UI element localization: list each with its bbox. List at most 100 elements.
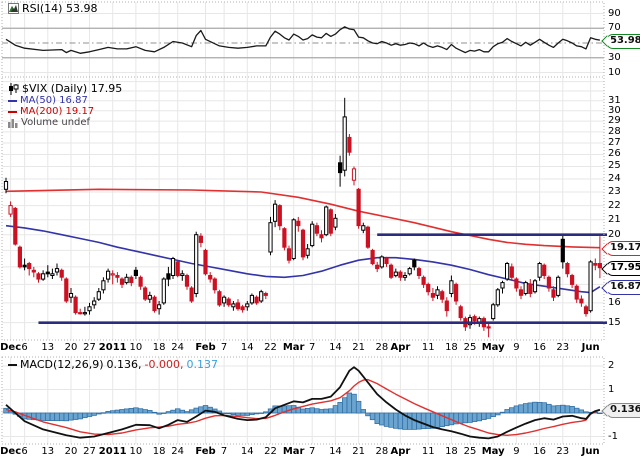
macd-histogram-bar	[496, 413, 501, 415]
macd-histogram-bar	[398, 413, 403, 429]
candle	[357, 188, 360, 229]
candle	[97, 288, 100, 301]
macd-histogram-bar	[138, 409, 143, 413]
candle	[571, 274, 574, 288]
macd-histogram-bar	[486, 413, 491, 418]
macd-histogram-bar	[59, 413, 64, 421]
candlestick-icon	[8, 83, 19, 95]
price-ytick: 30	[608, 105, 621, 116]
macd-histogram-bar	[528, 403, 533, 413]
macd-histogram-bar	[598, 413, 603, 414]
macd-histogram-bar	[301, 409, 306, 413]
macd-histogram-bar	[106, 411, 111, 413]
macd-histogram-bar	[78, 413, 83, 419]
macd-histogram-bar	[41, 413, 46, 421]
macd-histogram-bar	[92, 413, 97, 415]
ma50-swatch	[8, 100, 17, 102]
candle	[74, 295, 77, 314]
candle	[584, 305, 587, 317]
candle	[343, 98, 346, 177]
macd-histogram-bar	[375, 413, 380, 424]
date-tick-label: Jun	[574, 446, 608, 457]
rsi-line	[6, 27, 600, 54]
macd-ytick: 1	[608, 384, 614, 395]
candle	[325, 206, 328, 237]
candle	[445, 297, 448, 316]
candle	[195, 232, 198, 298]
candle	[496, 288, 499, 307]
candle	[162, 277, 165, 305]
macd-histogram-bar	[50, 413, 55, 421]
macd-histogram-bar	[584, 412, 589, 413]
macd-histogram-bar	[370, 413, 375, 420]
price-value-tag: 17.95	[606, 261, 640, 276]
candle	[352, 167, 355, 186]
macd-histogram-bar	[324, 409, 329, 413]
macd-histogram-bar	[491, 413, 496, 417]
macd-histogram-bar	[537, 402, 542, 413]
macd-histogram-bar	[83, 413, 88, 418]
candle	[167, 267, 170, 286]
macd-histogram-bar	[542, 403, 547, 413]
macd-histogram-bar	[505, 410, 510, 414]
candle	[148, 292, 151, 303]
price-ytick: 29	[608, 115, 621, 126]
macd-histogram-bar	[514, 406, 519, 413]
price-ytick: 27	[608, 137, 621, 148]
macd-histogram-bar	[533, 402, 538, 413]
candle	[366, 226, 369, 249]
candle	[55, 264, 58, 276]
stockchart-image: RSI(14) 53.98 $VIX (Daily) 17.95 MA(50) …	[0, 0, 640, 466]
macd-histogram-bar	[315, 409, 320, 413]
candle	[264, 292, 267, 299]
macd-histogram-bar	[264, 412, 269, 413]
macd-histogram-bar	[254, 413, 259, 414]
candle	[9, 201, 12, 217]
macd-histogram-bar	[338, 402, 343, 413]
candle	[213, 277, 216, 293]
macd-histogram-bar	[69, 413, 74, 420]
macd-swatch	[8, 364, 17, 366]
candle	[436, 286, 439, 299]
candle	[107, 269, 110, 283]
macd-histogram-bar	[565, 406, 570, 413]
candle	[269, 217, 272, 255]
macd-histogram-bar	[393, 413, 398, 428]
macd-histogram-bar	[352, 394, 357, 413]
macd-line	[6, 367, 600, 438]
price-ytick: 25	[608, 160, 621, 171]
candle	[125, 274, 128, 285]
macd-histogram-bar	[523, 404, 528, 413]
rsi-ytick: 10	[608, 67, 621, 78]
macd-histogram-bar	[579, 410, 584, 413]
candle	[362, 223, 365, 234]
candle	[492, 303, 495, 321]
candle	[37, 272, 40, 283]
macd-histogram-bar	[148, 410, 153, 413]
macd-histogram-bar	[236, 413, 241, 415]
macd-histogram-bar	[333, 406, 338, 413]
volume-bars-icon	[8, 118, 18, 128]
candle	[79, 309, 82, 315]
rsi-ytick: 70	[608, 22, 621, 33]
macd-histogram-bar	[129, 408, 134, 413]
price-ytick: 23	[608, 186, 621, 197]
macd-histogram-bar	[361, 410, 366, 414]
symbol-title: $VIX (Daily) 17.95	[22, 82, 122, 95]
macd-histogram-bar	[547, 404, 552, 413]
macd-histogram-bar	[157, 413, 162, 414]
candle	[580, 295, 583, 306]
candle	[51, 269, 54, 279]
candle	[320, 230, 323, 242]
date-tick-label: Jun	[574, 342, 608, 353]
price-ytick: 15	[608, 317, 621, 328]
price-ytick: 16	[608, 297, 621, 308]
candle	[575, 284, 578, 303]
macd-histogram-bar	[259, 413, 264, 414]
macd-histogram-bar	[342, 398, 347, 413]
macd-histogram-bar	[166, 412, 171, 413]
macd-histogram-bar	[189, 410, 194, 413]
macd-histogram-bar	[226, 413, 231, 414]
macd-histogram-bar	[407, 413, 412, 429]
candle	[561, 234, 564, 269]
